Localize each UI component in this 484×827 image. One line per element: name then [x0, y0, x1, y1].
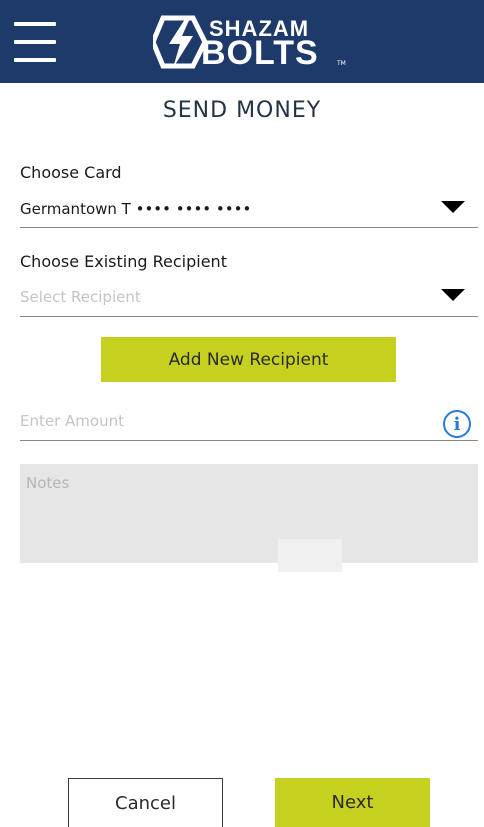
app-header: SHAZAM BOLTS TM [0, 0, 484, 83]
notes-overlay-block [278, 539, 342, 572]
notes-placeholder: Notes [26, 474, 70, 492]
card-dropdown-caret-icon[interactable] [441, 201, 465, 213]
menu-bar [14, 40, 56, 44]
choose-card-value[interactable]: Germantown T •••• •••• •••• [20, 200, 251, 218]
add-new-recipient-button[interactable]: Add New Recipient [101, 337, 396, 382]
info-icon[interactable]: i [443, 410, 471, 438]
cancel-button[interactable]: Cancel [68, 778, 223, 827]
choose-card-label: Choose Card [20, 163, 122, 182]
menu-bar [14, 58, 56, 62]
hamburger-menu-icon[interactable] [14, 22, 56, 62]
recipient-field-underline [20, 316, 478, 317]
logo-trademark: TM [337, 60, 346, 67]
next-button[interactable]: Next [275, 778, 430, 827]
menu-bar [14, 22, 56, 26]
card-field-underline [20, 227, 478, 228]
recipient-dropdown-caret-icon[interactable] [441, 289, 465, 301]
logo-text-bottom: BOLTS [201, 34, 319, 72]
choose-recipient-label: Choose Existing Recipient [20, 252, 227, 271]
shazam-bolts-logo: SHAZAM BOLTS TM [153, 12, 353, 72]
notes-textarea[interactable]: Notes [20, 464, 478, 572]
amount-input[interactable]: Enter Amount [20, 412, 124, 430]
page-title: SEND MONEY [162, 98, 322, 123]
select-recipient-field[interactable]: Select Recipient [20, 288, 141, 306]
amount-field-underline [20, 440, 478, 441]
